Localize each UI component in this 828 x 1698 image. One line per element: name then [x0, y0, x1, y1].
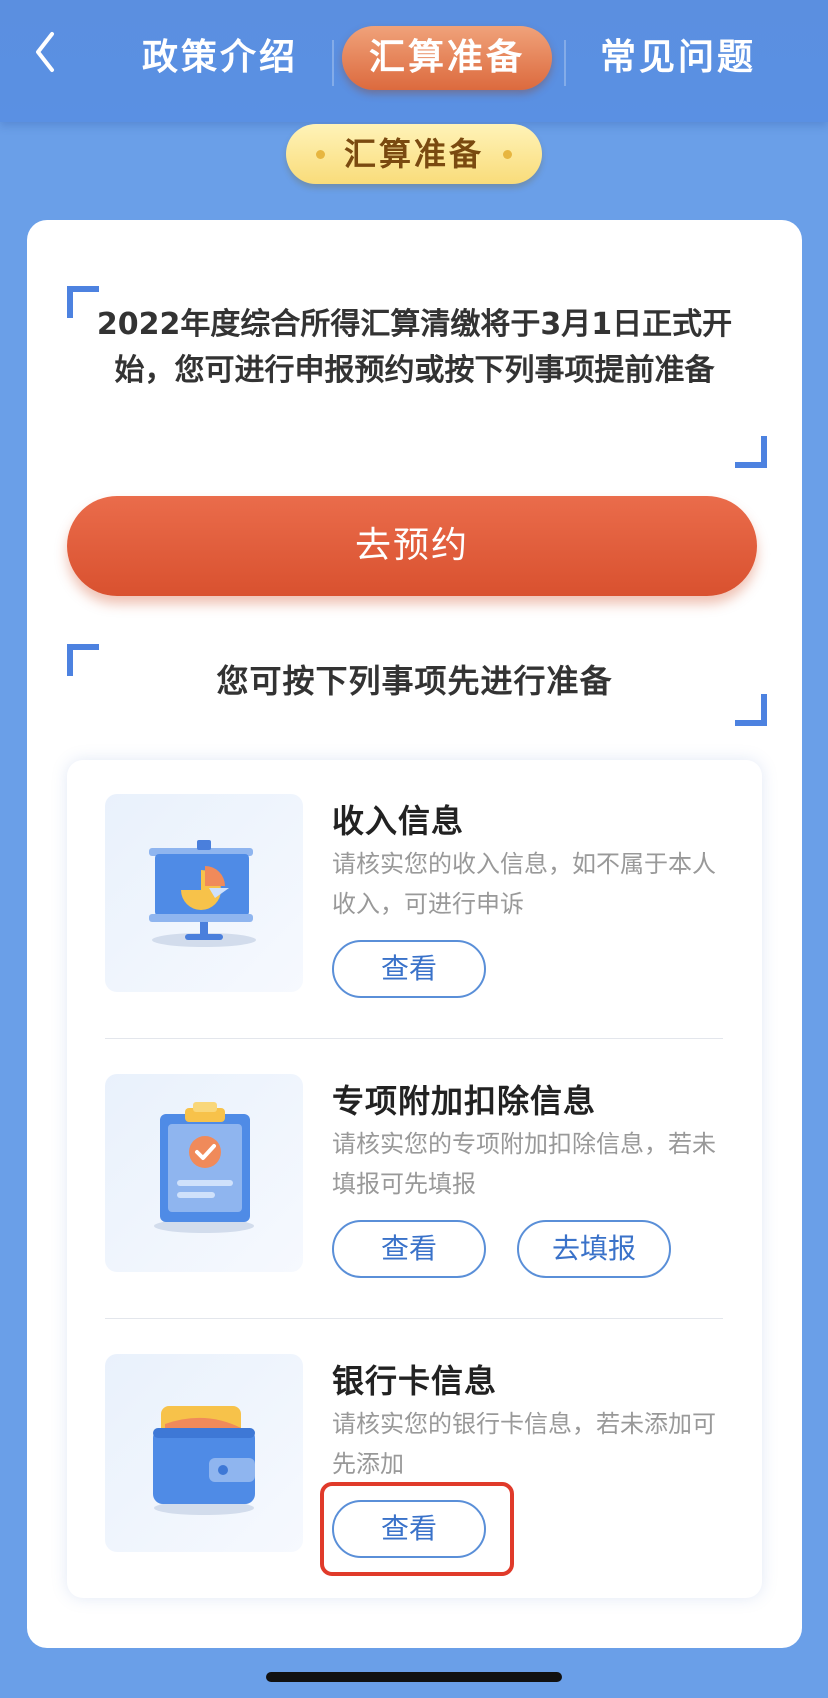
reserve-button[interactable]: 去预约 — [67, 496, 757, 596]
list-item-deductions: 专项附加扣除信息 请核实您的专项附加扣除信息，若未填报可先填报 查看 去填报 — [67, 1040, 762, 1320]
item-description: 请核实您的银行卡信息，若未添加可先添加 — [332, 1410, 716, 1478]
divider — [105, 1038, 723, 1039]
income-illustration — [105, 794, 303, 992]
list-item-income: 收入信息 请核实您的收入信息，如不属于本人收入，可进行申诉 查看 — [67, 760, 762, 1040]
divider — [105, 1318, 723, 1319]
bank-card-illustration — [105, 1354, 303, 1552]
corner-bracket-icon — [735, 436, 767, 468]
intro-text: 2022年度综合所得汇算清缴将于3月1日正式开始，您可进行申报预约或按下列事项提… — [96, 307, 733, 388]
item-title: 专项附加扣除信息 — [332, 1082, 597, 1120]
wallet-icon — [153, 1406, 255, 1515]
deductions-illustration — [105, 1074, 303, 1272]
pill-dot — [503, 150, 512, 159]
item-description: 请核实您的收入信息，如不属于本人收入，可进行申诉 — [332, 850, 716, 918]
item-title: 银行卡信息 — [332, 1362, 498, 1400]
pill-dot — [316, 150, 325, 159]
item-description: 请核实您的专项附加扣除信息，若未填报可先填报 — [332, 1130, 716, 1198]
tab-separator — [564, 40, 566, 86]
section-title: 汇算准备 — [343, 135, 484, 173]
top-nav-bar: 政策介绍 汇算准备 常见问题 — [0, 0, 828, 122]
back-arrow-icon[interactable] — [28, 22, 64, 82]
section-title-pill: 汇算准备 — [286, 124, 542, 184]
view-income-button[interactable]: 查看 — [332, 940, 486, 998]
tab-policy-intro[interactable]: 政策介绍 — [130, 26, 310, 90]
content-card: 2022年度综合所得汇算清缴将于3月1日正式开始，您可进行申报预约或按下列事项提… — [27, 220, 802, 1648]
corner-bracket-icon — [735, 694, 767, 726]
tab-separator — [332, 40, 334, 86]
clipboard-check-icon — [154, 1102, 254, 1233]
tab-faq[interactable]: 常见问题 — [588, 26, 768, 90]
view-deductions-button[interactable]: 查看 — [332, 1220, 486, 1278]
prep-title: 您可按下列事项先进行准备 — [216, 662, 613, 700]
presentation-chart-icon — [149, 840, 256, 947]
tab-settlement-prep[interactable]: 汇算准备 — [342, 26, 552, 90]
fill-deductions-button[interactable]: 去填报 — [517, 1220, 671, 1278]
item-title: 收入信息 — [332, 802, 465, 840]
home-indicator — [266, 1672, 562, 1682]
checklist-panel: 收入信息 请核实您的收入信息，如不属于本人收入，可进行申诉 查看 专项附加扣除信… — [67, 760, 762, 1598]
highlight-box — [320, 1482, 514, 1576]
